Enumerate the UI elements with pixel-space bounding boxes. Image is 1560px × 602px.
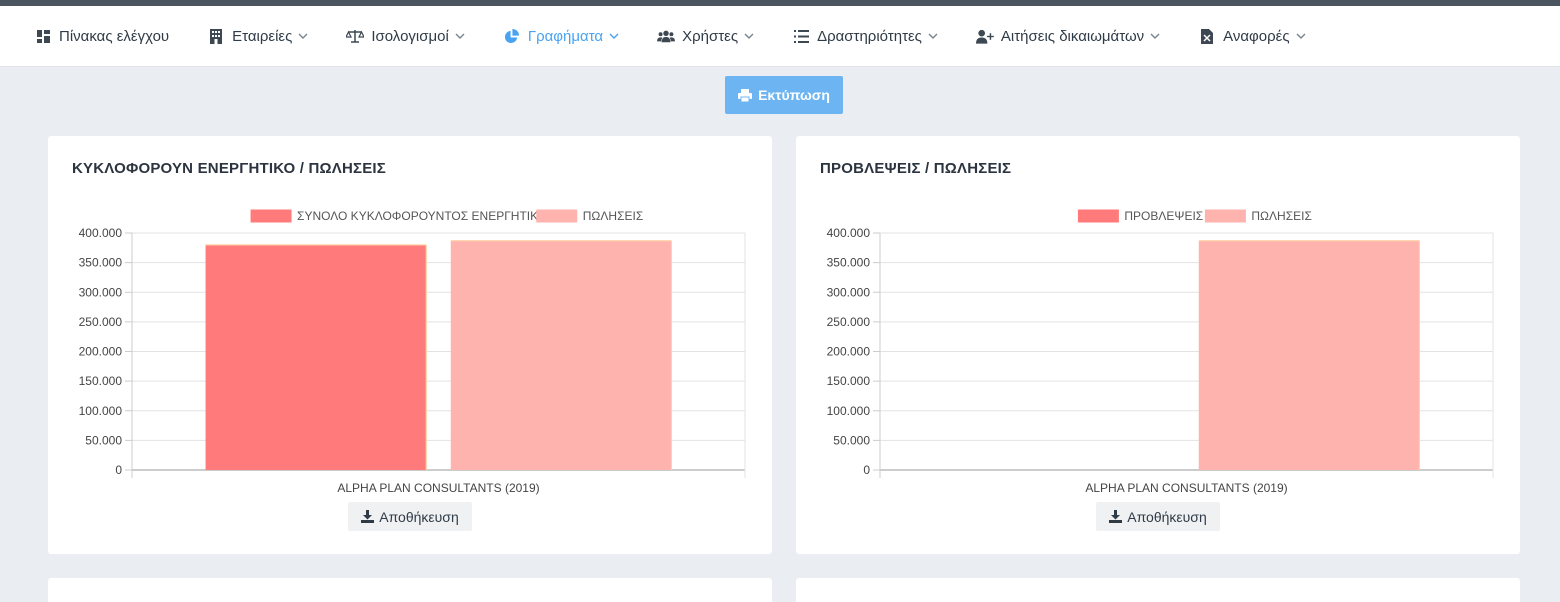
y-tick-label: 0	[863, 463, 870, 477]
y-tick-label: 250.000	[827, 315, 871, 329]
excel-file-icon	[1198, 28, 1216, 44]
nav-item-dashboard[interactable]: Πίνακας ελέγχου	[34, 28, 169, 45]
y-tick-label: 50.000	[85, 433, 122, 447]
nav-item-charts[interactable]: Γραφήματα	[503, 28, 619, 45]
legend-label[interactable]: ΠΩΛΗΣΕΙΣ	[583, 209, 644, 223]
nav-label: Ισολογισμοί	[371, 27, 449, 45]
print-button[interactable]: Εκτύπωση	[725, 76, 843, 114]
scale-icon	[346, 28, 365, 44]
users-icon	[657, 28, 676, 44]
print-button-label: Εκτύπωση	[758, 87, 830, 103]
save-chart-button[interactable]: Αποθήκευση	[348, 502, 472, 531]
y-tick-label: 200.000	[79, 345, 123, 359]
printer-icon	[738, 88, 753, 102]
y-tick-label: 400.000	[827, 226, 871, 240]
save-button-label: Αποθήκευση	[1127, 508, 1207, 525]
download-icon	[1109, 510, 1123, 523]
chart-card-placeholder	[796, 578, 1520, 602]
chart-card-placeholder	[48, 578, 772, 602]
user-plus-icon	[975, 28, 994, 44]
y-tick-label: 150.000	[827, 374, 871, 388]
chevron-down-icon	[928, 31, 938, 41]
nav-item-reports[interactable]: Αναφορές	[1198, 27, 1306, 45]
chevron-down-icon	[744, 31, 754, 41]
y-tick-label: 150.000	[79, 374, 123, 388]
legend-swatch[interactable]	[536, 209, 578, 223]
y-tick-label: 200.000	[827, 345, 871, 359]
y-tick-label: 250.000	[79, 315, 123, 329]
x-tick-label: ALPHA PLAN CONSULTANTS (2019)	[337, 481, 539, 495]
legend-label[interactable]: ΣΥΝΟΛΟ ΚΥΚΛΟΦΟΡΟΥΝΤΟΣ ΕΝΕΡΓΗΤΙΚΟΥ	[297, 209, 555, 223]
y-tick-label: 50.000	[833, 433, 870, 447]
nav-label: Αιτήσεις δικαιωμάτων	[1000, 27, 1145, 45]
legend-swatch[interactable]	[1204, 209, 1246, 223]
bar[interactable]	[1198, 240, 1420, 470]
y-tick-label: 300.000	[827, 285, 871, 299]
y-tick-label: 300.000	[79, 285, 123, 299]
y-tick-label: 400.000	[79, 226, 123, 240]
nav-label: Πίνακας ελέγχου	[59, 27, 170, 45]
legend-label[interactable]: ΠΡΟΒΛΕΨΕΙΣ	[1124, 209, 1203, 223]
list-icon	[792, 28, 810, 44]
dashboard-icon	[34, 28, 52, 44]
bar-chart: ΣΥΝΟΛΟ ΚΥΚΛΟΦΟΡΟΥΝΤΟΣ ΕΝΕΡΓΗΤΙΚΟΥ ΠΩΛΗΣΕΙ…	[79, 209, 746, 495]
nav-item-users[interactable]: Χρήστες	[657, 28, 754, 45]
building-icon	[207, 28, 225, 44]
bar[interactable]	[205, 244, 427, 470]
nav-item-balance-sheets[interactable]: Ισολογισμοί	[346, 28, 465, 45]
nav-item-companies[interactable]: Εταιρείες	[207, 28, 308, 45]
chevron-down-icon	[609, 31, 619, 41]
y-tick-label: 350.000	[79, 256, 123, 270]
nav-item-permission-requests[interactable]: Αιτήσεις δικαιωμάτων	[975, 27, 1160, 45]
bar-chart: ΠΡΟΒΛΕΨΕΙΣ ΠΩΛΗΣΕΙΣ 400.000 350.000 300.000 2…	[827, 209, 1494, 495]
nav-label: Αναφορές	[1223, 27, 1290, 45]
chart-card-current-assets: ΚΥΚΛΟΦΟΡΟΥΝ ΕΝΕΡΓΗΤΙΚΟ / ΠΩΛΗΣΕΙΣ ΣΥΝΟΛΟ…	[48, 136, 772, 554]
download-icon	[361, 510, 375, 523]
nav-label: Εταιρείες	[232, 27, 293, 45]
y-tick-label: 100.000	[827, 404, 871, 418]
save-button-label: Αποθήκευση	[379, 508, 459, 525]
y-tick-label: 350.000	[827, 256, 871, 270]
legend-swatch[interactable]	[1077, 209, 1119, 223]
save-chart-button[interactable]: Αποθήκευση	[1096, 502, 1220, 531]
nav-label: Δραστηριότητες	[817, 27, 922, 45]
chevron-down-icon	[1150, 31, 1160, 41]
x-tick-label: ALPHA PLAN CONSULTANTS (2019)	[1085, 481, 1287, 495]
nav-label: Χρήστες	[682, 27, 739, 45]
chevron-down-icon	[298, 31, 308, 41]
y-tick-label: 100.000	[79, 404, 123, 418]
legend-swatch[interactable]	[250, 209, 292, 223]
pie-chart-icon	[503, 28, 521, 44]
nav-label: Γραφήματα	[527, 27, 604, 45]
legend-label[interactable]: ΠΩΛΗΣΕΙΣ	[1251, 209, 1312, 223]
y-tick-label: 0	[115, 463, 122, 477]
chevron-down-icon	[1296, 31, 1306, 41]
chevron-down-icon	[455, 31, 465, 41]
nav-item-activities[interactable]: Δραστηριότητες	[792, 28, 938, 45]
main-navbar: Πίνακας ελέγχου Εταιρείες Ισολογισμοί Γρ…	[0, 6, 1560, 67]
chart-card-provisions: ΠΡΟΒΛΕΨΕΙΣ / ΠΩΛΗΣΕΙΣ ΠΡΟΒΛΕΨΕΙΣ ΠΩΛΗΣΕΙΣ…	[796, 136, 1520, 554]
bar[interactable]	[450, 240, 672, 470]
